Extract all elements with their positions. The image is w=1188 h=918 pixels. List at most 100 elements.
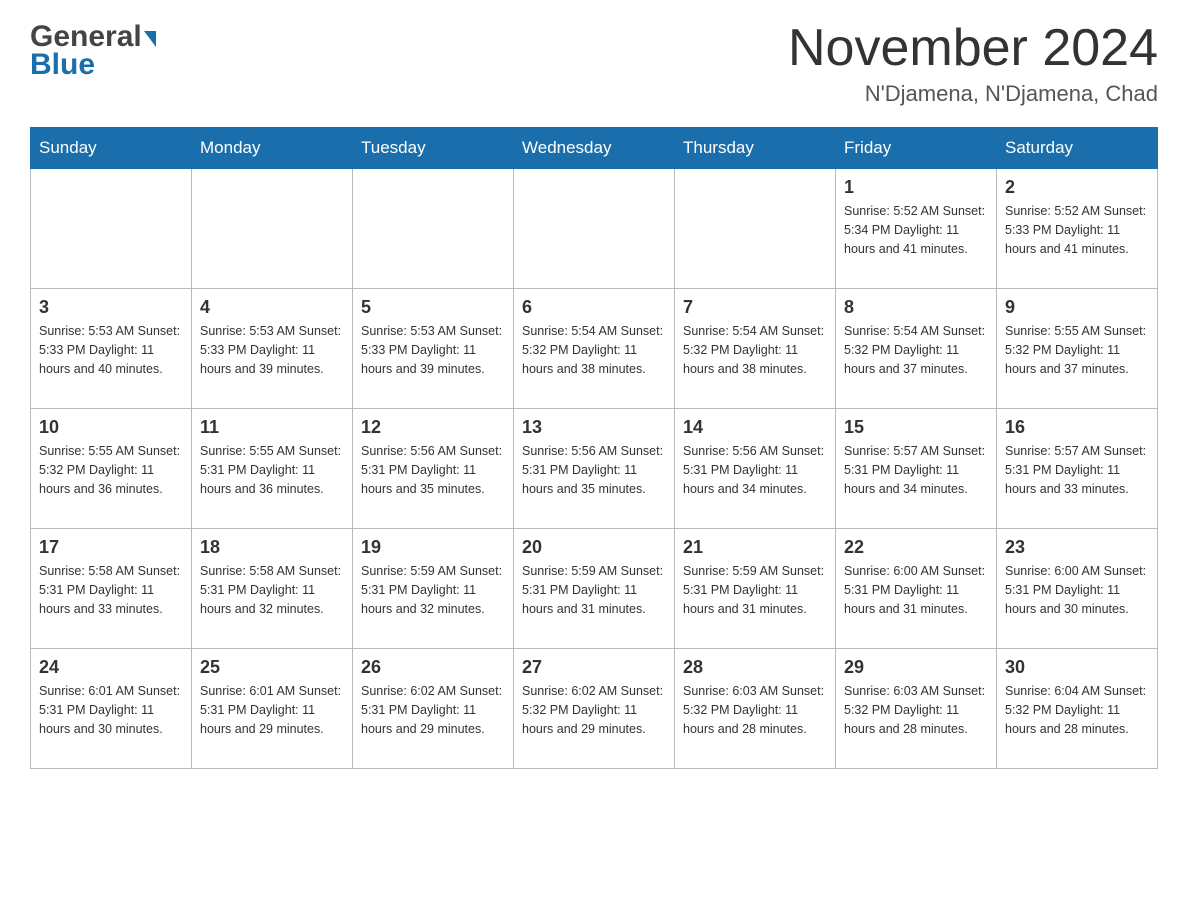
day-number: 4	[200, 297, 344, 318]
day-number: 9	[1005, 297, 1149, 318]
calendar-cell: 29 Sunrise: 6:03 AM Sunset: 5:32 PM Dayli…	[836, 649, 997, 769]
day-number: 22	[844, 537, 988, 558]
day-info: Sunrise: 6:02 AM Sunset: 5:31 PM Dayligh…	[361, 682, 505, 738]
logo-blue-text: Blue	[30, 48, 95, 82]
day-info: Sunrise: 5:56 AM Sunset: 5:31 PM Dayligh…	[361, 442, 505, 498]
day-number: 11	[200, 417, 344, 438]
day-info: Sunrise: 5:52 AM Sunset: 5:34 PM Dayligh…	[844, 202, 988, 258]
day-number: 17	[39, 537, 183, 558]
calendar-body: 1 Sunrise: 5:52 AM Sunset: 5:34 PM Daylig…	[31, 169, 1158, 769]
day-info: Sunrise: 5:58 AM Sunset: 5:31 PM Dayligh…	[200, 562, 344, 618]
day-info: Sunrise: 5:59 AM Sunset: 5:31 PM Dayligh…	[361, 562, 505, 618]
logo-chevron-icon	[144, 31, 156, 47]
day-number: 3	[39, 297, 183, 318]
day-info: Sunrise: 6:02 AM Sunset: 5:32 PM Dayligh…	[522, 682, 666, 738]
day-number: 1	[844, 177, 988, 198]
day-header-wednesday: Wednesday	[514, 128, 675, 169]
calendar-cell: 22Sunrise: 6:00 AM Sunset: 5:31 PM Dayli…	[836, 529, 997, 649]
day-info: Sunrise: 5:53 AM Sunset: 5:33 PM Dayligh…	[361, 322, 505, 378]
day-info: Sunrise: 5:52 AM Sunset: 5:33 PM Dayligh…	[1005, 202, 1149, 258]
day-info: Sunrise: 6:03 AM Sunset: 5:32 PM Dayligh…	[683, 682, 827, 738]
day-header-friday: Friday	[836, 128, 997, 169]
day-number: 10	[39, 417, 183, 438]
calendar-cell: 6 Sunrise: 5:54 AM Sunset: 5:32 PM Daylig…	[514, 289, 675, 409]
calendar-cell	[31, 169, 192, 289]
day-header-saturday: Saturday	[997, 128, 1158, 169]
day-info: Sunrise: 5:54 AM Sunset: 5:32 PM Dayligh…	[683, 322, 827, 378]
calendar-week-5: 24Sunrise: 6:01 AM Sunset: 5:31 PM Dayli…	[31, 649, 1158, 769]
calendar-cell: 25Sunrise: 6:01 AM Sunset: 5:31 PM Dayli…	[192, 649, 353, 769]
calendar-cell	[192, 169, 353, 289]
day-info: Sunrise: 5:59 AM Sunset: 5:31 PM Dayligh…	[522, 562, 666, 618]
day-header-sunday: Sunday	[31, 128, 192, 169]
day-info: Sunrise: 5:53 AM Sunset: 5:33 PM Dayligh…	[200, 322, 344, 378]
day-info: Sunrise: 6:03 AM Sunset: 5:32 PM Dayligh…	[844, 682, 988, 738]
day-number: 18	[200, 537, 344, 558]
day-number: 13	[522, 417, 666, 438]
day-header-thursday: Thursday	[675, 128, 836, 169]
calendar-cell: 8 Sunrise: 5:54 AM Sunset: 5:32 PM Daylig…	[836, 289, 997, 409]
day-info: Sunrise: 5:56 AM Sunset: 5:31 PM Dayligh…	[683, 442, 827, 498]
title-section: November 2024 N'Djamena, N'Djamena, Chad	[788, 20, 1158, 107]
calendar-cell: 10Sunrise: 5:55 AM Sunset: 5:32 PM Dayli…	[31, 409, 192, 529]
calendar-cell: 19 Sunrise: 5:59 AM Sunset: 5:31 PM Dayli…	[353, 529, 514, 649]
calendar-cell: 5 Sunrise: 5:53 AM Sunset: 5:33 PM Daylig…	[353, 289, 514, 409]
day-number: 20	[522, 537, 666, 558]
day-info: Sunrise: 6:04 AM Sunset: 5:32 PM Dayligh…	[1005, 682, 1149, 738]
calendar-cell: 4 Sunrise: 5:53 AM Sunset: 5:33 PM Daylig…	[192, 289, 353, 409]
calendar-cell: 27 Sunrise: 6:02 AM Sunset: 5:32 PM Dayli…	[514, 649, 675, 769]
calendar-cell: 18 Sunrise: 5:58 AM Sunset: 5:31 PM Dayli…	[192, 529, 353, 649]
calendar-week-1: 1 Sunrise: 5:52 AM Sunset: 5:34 PM Daylig…	[31, 169, 1158, 289]
day-number: 16	[1005, 417, 1149, 438]
day-number: 6	[522, 297, 666, 318]
day-info: Sunrise: 5:58 AM Sunset: 5:31 PM Dayligh…	[39, 562, 183, 618]
day-info: Sunrise: 5:54 AM Sunset: 5:32 PM Dayligh…	[522, 322, 666, 378]
day-number: 15	[844, 417, 988, 438]
calendar-cell: 11 Sunrise: 5:55 AM Sunset: 5:31 PM Dayli…	[192, 409, 353, 529]
day-number: 27	[522, 657, 666, 678]
calendar-cell: 7Sunrise: 5:54 AM Sunset: 5:32 PM Daylig…	[675, 289, 836, 409]
calendar-week-3: 10Sunrise: 5:55 AM Sunset: 5:32 PM Dayli…	[31, 409, 1158, 529]
day-number: 14	[683, 417, 827, 438]
day-number: 8	[844, 297, 988, 318]
day-number: 2	[1005, 177, 1149, 198]
calendar-week-4: 17 Sunrise: 5:58 AM Sunset: 5:31 PM Dayli…	[31, 529, 1158, 649]
day-info: Sunrise: 6:01 AM Sunset: 5:31 PM Dayligh…	[39, 682, 183, 738]
day-number: 30	[1005, 657, 1149, 678]
day-number: 19	[361, 537, 505, 558]
calendar-cell: 24Sunrise: 6:01 AM Sunset: 5:31 PM Dayli…	[31, 649, 192, 769]
calendar-cell	[514, 169, 675, 289]
calendar-cell: 14 Sunrise: 5:56 AM Sunset: 5:31 PM Dayli…	[675, 409, 836, 529]
calendar-cell: 23Sunrise: 6:00 AM Sunset: 5:31 PM Dayli…	[997, 529, 1158, 649]
day-number: 26	[361, 657, 505, 678]
calendar-cell: 20 Sunrise: 5:59 AM Sunset: 5:31 PM Dayli…	[514, 529, 675, 649]
day-info: Sunrise: 5:59 AM Sunset: 5:31 PM Dayligh…	[683, 562, 827, 618]
day-header-tuesday: Tuesday	[353, 128, 514, 169]
calendar-table: SundayMondayTuesdayWednesdayThursdayFrid…	[30, 127, 1158, 769]
calendar-cell	[353, 169, 514, 289]
day-info: Sunrise: 6:00 AM Sunset: 5:31 PM Dayligh…	[1005, 562, 1149, 618]
day-info: Sunrise: 5:55 AM Sunset: 5:31 PM Dayligh…	[200, 442, 344, 498]
logo: General Blue	[30, 20, 156, 82]
day-info: Sunrise: 5:55 AM Sunset: 5:32 PM Dayligh…	[1005, 322, 1149, 378]
day-info: Sunrise: 6:01 AM Sunset: 5:31 PM Dayligh…	[200, 682, 344, 738]
calendar-cell: 16 Sunrise: 5:57 AM Sunset: 5:31 PM Dayli…	[997, 409, 1158, 529]
calendar-cell: 15Sunrise: 5:57 AM Sunset: 5:31 PM Dayli…	[836, 409, 997, 529]
day-header-monday: Monday	[192, 128, 353, 169]
day-number: 29	[844, 657, 988, 678]
day-info: Sunrise: 5:56 AM Sunset: 5:31 PM Dayligh…	[522, 442, 666, 498]
calendar-header: SundayMondayTuesdayWednesdayThursdayFrid…	[31, 128, 1158, 169]
day-header-row: SundayMondayTuesdayWednesdayThursdayFrid…	[31, 128, 1158, 169]
day-info: Sunrise: 5:57 AM Sunset: 5:31 PM Dayligh…	[1005, 442, 1149, 498]
calendar-cell: 12 Sunrise: 5:56 AM Sunset: 5:31 PM Dayli…	[353, 409, 514, 529]
day-number: 5	[361, 297, 505, 318]
calendar-cell: 13 Sunrise: 5:56 AM Sunset: 5:31 PM Dayli…	[514, 409, 675, 529]
day-info: Sunrise: 5:53 AM Sunset: 5:33 PM Dayligh…	[39, 322, 183, 378]
day-number: 21	[683, 537, 827, 558]
day-info: Sunrise: 5:54 AM Sunset: 5:32 PM Dayligh…	[844, 322, 988, 378]
calendar-cell: 2 Sunrise: 5:52 AM Sunset: 5:33 PM Daylig…	[997, 169, 1158, 289]
day-number: 12	[361, 417, 505, 438]
calendar-cell: 3 Sunrise: 5:53 AM Sunset: 5:33 PM Daylig…	[31, 289, 192, 409]
calendar-cell: 1 Sunrise: 5:52 AM Sunset: 5:34 PM Daylig…	[836, 169, 997, 289]
calendar-cell: 28Sunrise: 6:03 AM Sunset: 5:32 PM Dayli…	[675, 649, 836, 769]
